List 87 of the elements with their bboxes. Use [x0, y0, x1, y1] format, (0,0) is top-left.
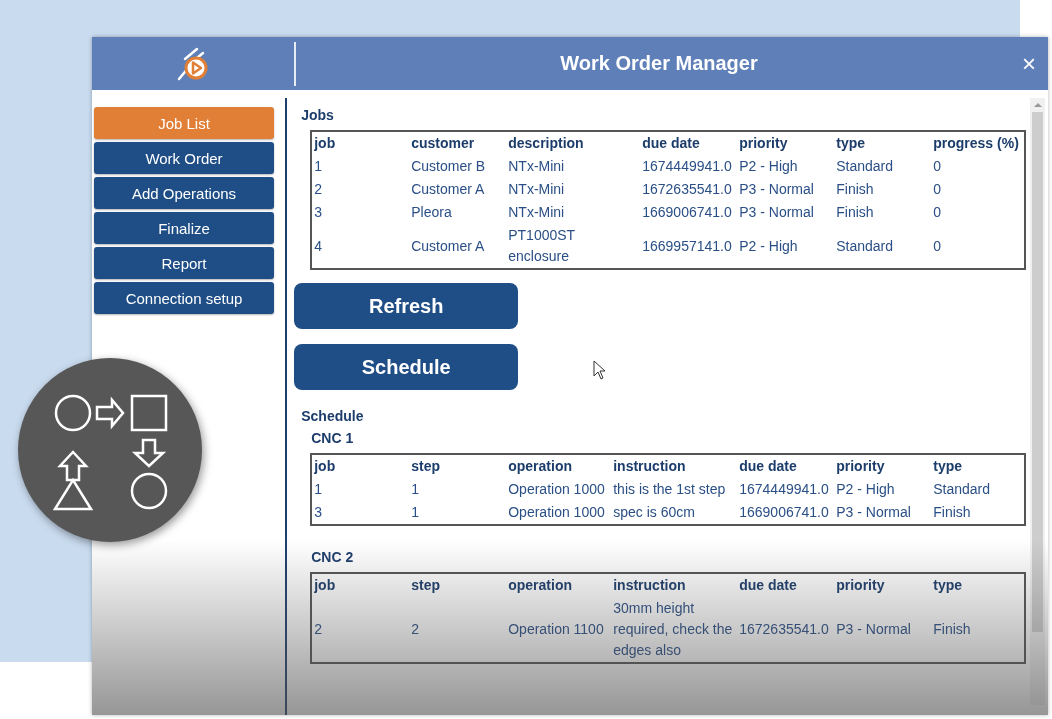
table-cell-text: Finish: [932, 620, 972, 639]
column-header: type: [835, 134, 866, 153]
table-cell-text: 1672635541.0: [641, 180, 733, 199]
column-header: priority: [835, 457, 886, 476]
table-cell-text: P3 - Normal: [835, 620, 912, 639]
column-header: priority: [738, 134, 789, 153]
sidebar-item[interactable]: Work Order: [94, 142, 274, 174]
table-cell-text: Operation 1000: [507, 503, 606, 522]
mouse-pointer-icon: [593, 360, 607, 380]
table-cell-text: P2 - High: [738, 157, 799, 176]
table-cell-text: 0: [932, 180, 942, 199]
action-button[interactable]: Refresh: [294, 283, 519, 329]
column-header: due date: [738, 576, 798, 595]
column-header: type: [932, 576, 963, 595]
sidebar-item[interactable]: Finalize: [94, 212, 274, 244]
table-cell-text: Customer B: [410, 157, 487, 176]
column-header: job: [313, 457, 337, 476]
table-cell-text: Customer A: [410, 180, 486, 199]
table-cell-text: P3 - Normal: [835, 503, 912, 522]
scroll-thumb[interactable]: [1032, 112, 1044, 632]
table-cell-text: 2: [410, 620, 420, 639]
table-cell-text: Operation 1100: [507, 620, 605, 639]
close-button[interactable]: ×: [1022, 51, 1048, 76]
table-cell-text: NTx-Mini: [507, 180, 566, 199]
section-title: Jobs: [301, 106, 335, 124]
table-cell-text: NTx-Mini: [507, 203, 566, 222]
column-header: operation: [507, 576, 573, 595]
table-cell-text: Finish: [835, 180, 875, 199]
sidebar-item[interactable]: Add Operations: [94, 177, 274, 209]
scrollbar[interactable]: [1030, 98, 1045, 705]
scroll-up-icon[interactable]: [1033, 102, 1042, 108]
table-cell-text: Standard: [835, 157, 895, 176]
table-cell-text: Customer A: [410, 236, 486, 256]
table-cell-text: Finish: [932, 503, 972, 522]
table-cell-text: P3 - Normal: [738, 180, 815, 199]
table-cell-text: 1669006741.0: [641, 203, 733, 222]
table-cell-text: 1: [410, 503, 420, 522]
table-cell-text: spec is 60cm: [612, 503, 696, 522]
table-cell-text: Operation 1000: [507, 480, 606, 499]
sidebar-item[interactable]: Report: [94, 247, 274, 279]
column-header: progress (%): [932, 134, 1020, 153]
section-title: Schedule: [301, 407, 365, 425]
table-cell-text: 1674449941.0: [641, 157, 733, 176]
table-cell-text: 3: [313, 503, 323, 522]
table-cell-text: 2: [313, 620, 323, 639]
column-header: due date: [738, 457, 798, 476]
table-cell-text: 0: [932, 157, 942, 176]
column-header: description: [507, 134, 585, 153]
table-cell-text: P2 - High: [738, 236, 799, 256]
table-cell-text: 3: [313, 203, 323, 222]
machine-title: CNC 1: [311, 429, 355, 447]
column-header: operation: [507, 457, 573, 476]
column-header: job: [313, 576, 337, 595]
table-cell-text: 1: [410, 480, 420, 499]
column-header: instruction: [612, 457, 687, 476]
column-header: priority: [835, 576, 886, 595]
table-cell-text: this is the 1st step: [612, 480, 727, 499]
table-cell-text: 1: [313, 480, 323, 499]
table-cell-text: 1674449941.0: [738, 480, 830, 499]
table-cell-text: 1: [313, 157, 323, 176]
column-header: type: [932, 457, 963, 476]
table-cell-text: P3 - Normal: [738, 203, 815, 222]
table-cell-text: 30mm height required, check the edges also: [612, 599, 734, 660]
column-header: due date: [641, 134, 701, 153]
column-header: step: [410, 576, 441, 595]
table-cell-text: Standard: [835, 236, 895, 256]
column-header: customer: [410, 134, 476, 153]
table-cell-text: 0: [932, 203, 942, 222]
table-cell-text: 1672635541.0: [738, 620, 830, 639]
machine-title: CNC 2: [311, 548, 355, 566]
table-cell-text: Standard: [932, 480, 992, 499]
sidebar-item[interactable]: Connection setup: [94, 282, 274, 314]
table-cell-text: Pleora: [410, 203, 453, 222]
table-cell-text: 1669957141.0: [641, 236, 733, 256]
table-cell-text: 1669006741.0: [738, 503, 830, 522]
table-cell-text: PT1000ST enclosure: [507, 226, 576, 266]
table-cell-text: Finish: [835, 203, 875, 222]
table-cell-text: P2 - High: [835, 480, 896, 499]
window-title: Work Order Manager: [559, 52, 759, 75]
column-header: instruction: [612, 576, 687, 595]
table-cell-text: 0: [932, 236, 942, 256]
table-cell-text: 2: [313, 180, 323, 199]
action-button[interactable]: Schedule: [294, 344, 519, 390]
column-header: step: [410, 457, 441, 476]
table-cell-text: 4: [313, 236, 323, 256]
table-cell-text: NTx-Mini: [507, 157, 566, 176]
column-header: job: [313, 134, 337, 153]
